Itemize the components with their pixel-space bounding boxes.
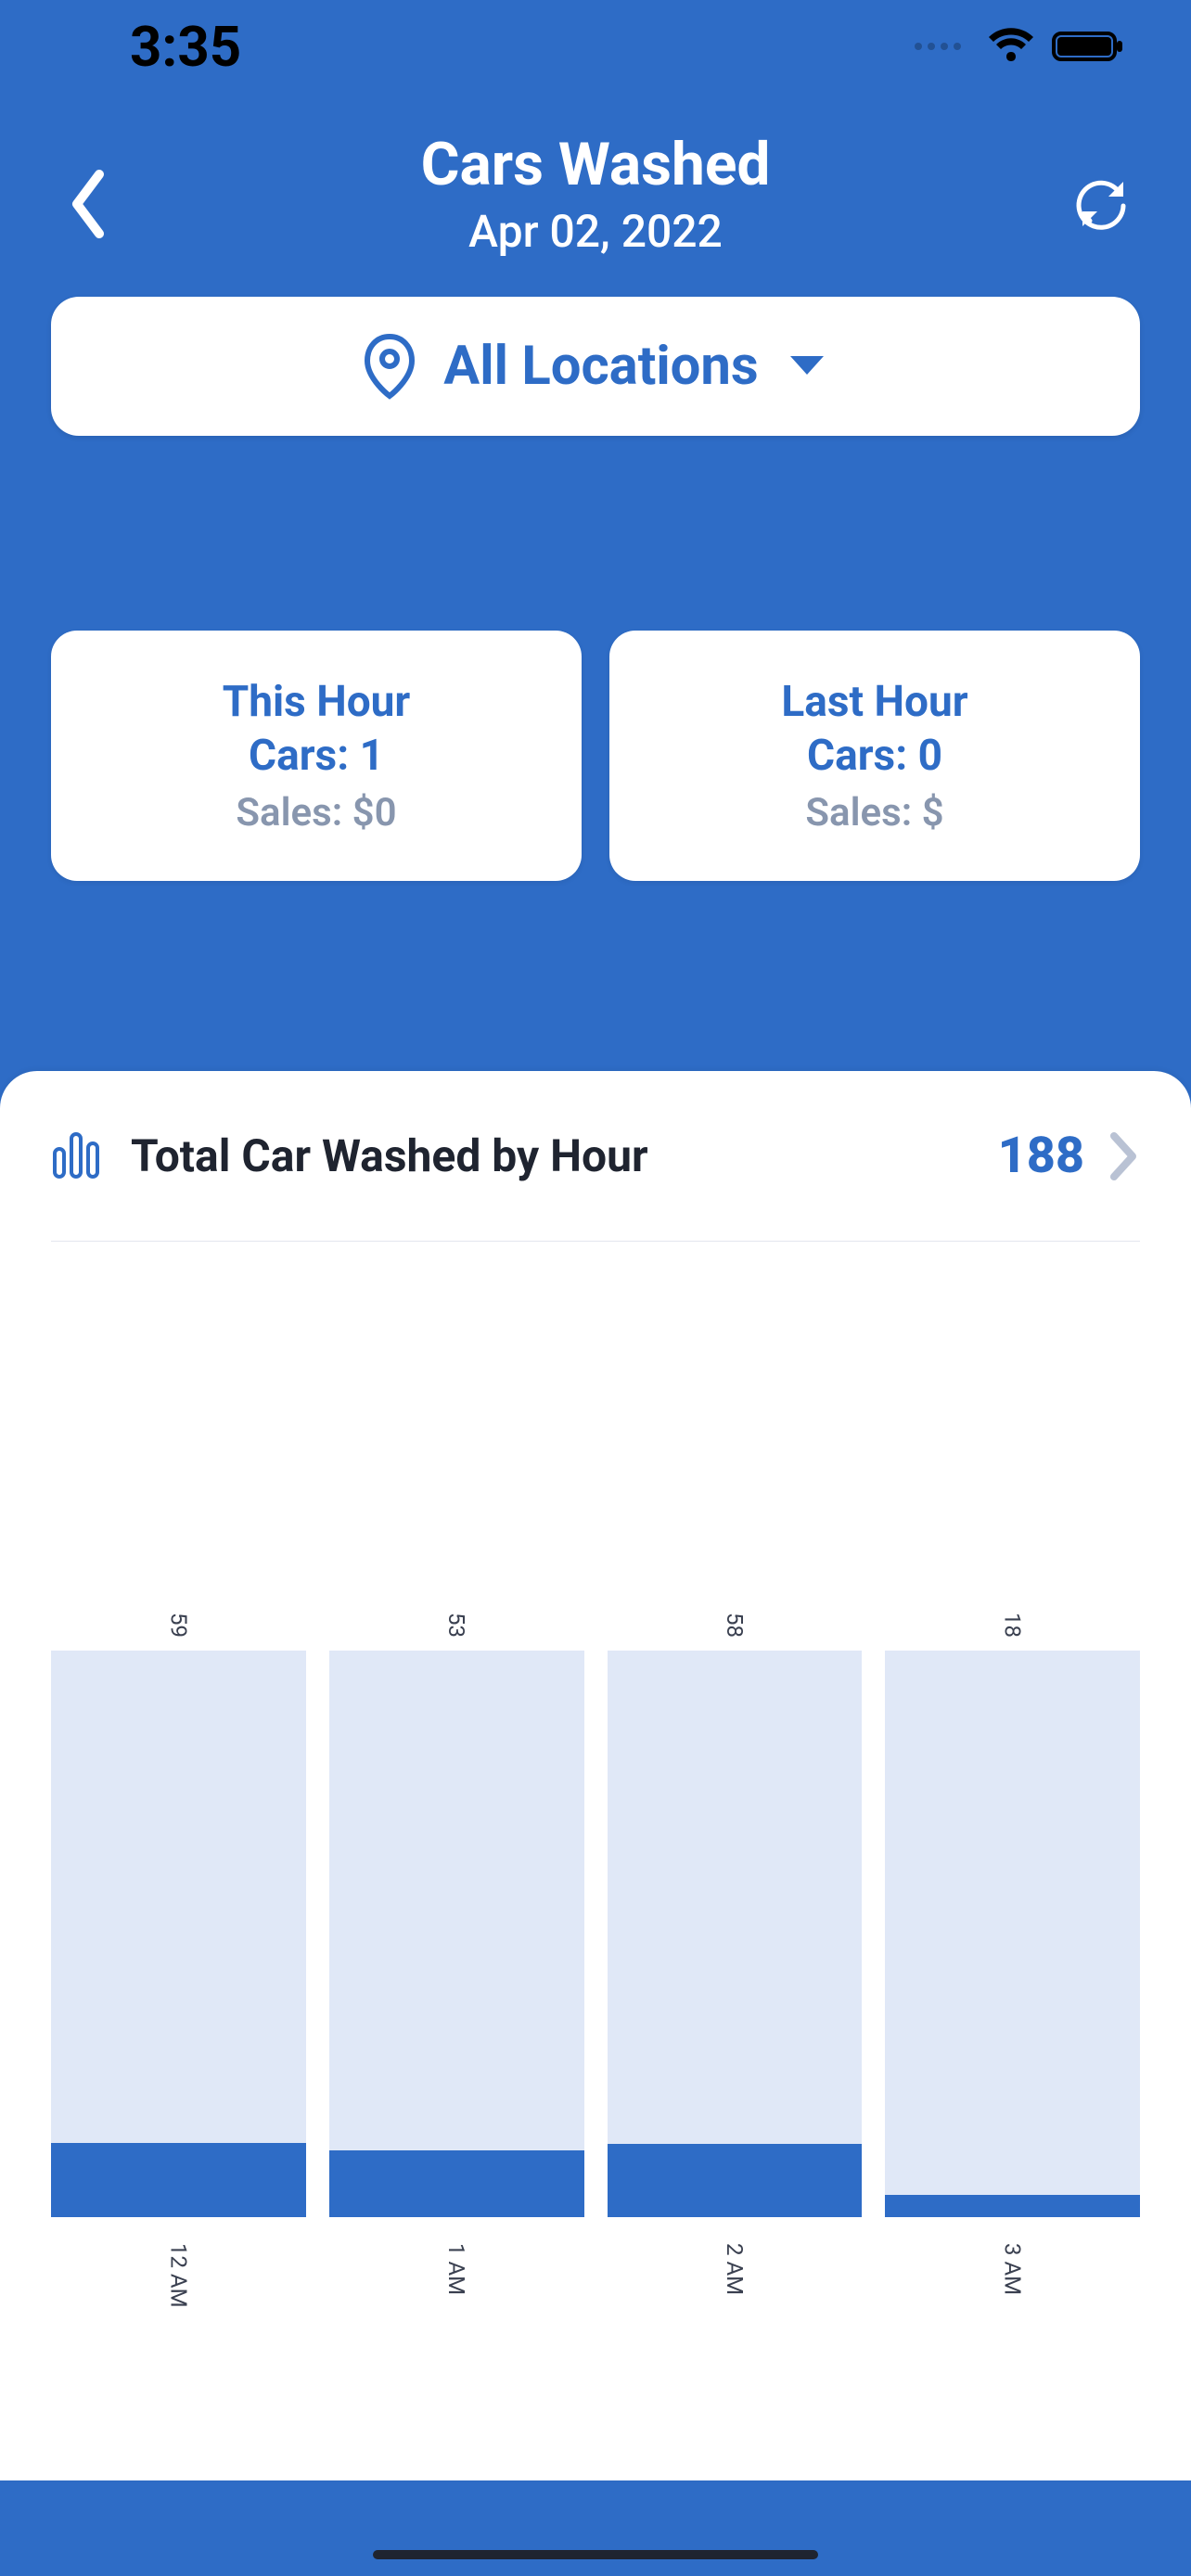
status-bar: 3:35 [0, 0, 1191, 93]
chevron-right-icon [1108, 1130, 1140, 1182]
page-date: Apr 02, 2022 [0, 205, 1191, 258]
last-hour-card[interactable]: Last Hour Cars: 0 Sales: $ [609, 631, 1140, 881]
bar-slot[interactable]: 59 12 AM [51, 1613, 306, 2336]
bar-chart-icon [51, 1130, 107, 1182]
bar-value-label: 18 [1000, 1613, 1026, 1638]
page-title: Cars Washed [0, 130, 1191, 199]
bar-fill [885, 2195, 1140, 2217]
bar-value-label: 58 [722, 1613, 748, 1638]
bar-slot[interactable]: 18 3 AM [885, 1613, 1140, 2336]
chevron-down-icon [787, 352, 827, 380]
bar-category-label: 2 AM [722, 2243, 748, 2336]
bar-fill [329, 2150, 584, 2217]
bar-value-label: 53 [443, 1613, 469, 1638]
refresh-button[interactable] [1066, 148, 1140, 260]
location-selector[interactable]: All Locations [51, 297, 1140, 436]
bar-track [608, 1651, 863, 2217]
bar-category-label: 3 AM [1000, 2243, 1026, 2336]
this-hour-cars: Cars: 1 [249, 731, 384, 781]
this-hour-card[interactable]: This Hour Cars: 1 Sales: $0 [51, 631, 582, 881]
chart-title: Total Car Washed by Hour [131, 1129, 974, 1182]
bar-track [329, 1651, 584, 2217]
bar-category-label: 1 AM [443, 2243, 469, 2336]
home-indicator[interactable] [373, 2550, 818, 2559]
chevron-left-icon [68, 167, 109, 241]
location-pin-icon [364, 333, 416, 400]
bar-track [885, 1651, 1140, 2217]
last-hour-title: Last Hour [781, 677, 967, 727]
divider [51, 1241, 1140, 1242]
bar-value-label: 59 [165, 1613, 191, 1638]
battery-icon [1052, 28, 1126, 65]
wifi-icon [987, 28, 1035, 65]
chart-total: 188 [998, 1127, 1084, 1185]
bar-slot[interactable]: 53 1 AM [329, 1613, 584, 2336]
bottom-safe-area [0, 2493, 1191, 2576]
chart-bars[interactable]: 59 12 AM 53 1 AM 58 2 AM 18 3 AM [51, 1613, 1140, 2336]
cellular-dots-icon [915, 43, 961, 50]
back-button[interactable] [51, 148, 125, 260]
status-icons [915, 28, 1126, 65]
bar-fill [51, 2143, 306, 2217]
bar-track [51, 1651, 306, 2217]
last-hour-sales: Sales: $ [805, 790, 943, 835]
location-label: All Locations [443, 335, 758, 398]
nav-bar: Cars Washed Apr 02, 2022 [0, 93, 1191, 278]
last-hour-cars: Cars: 0 [807, 731, 942, 781]
bar-category-label: 12 AM [165, 2243, 191, 2336]
bar-slot[interactable]: 58 2 AM [608, 1613, 863, 2336]
status-time: 3:35 [130, 14, 241, 80]
chart-panel: Total Car Washed by Hour 188 59 12 AM 53 1 … [0, 1071, 1191, 2480]
this-hour-sales: Sales: $0 [236, 790, 396, 835]
bar-fill [608, 2144, 863, 2217]
refresh-icon [1073, 174, 1133, 234]
chart-header[interactable]: Total Car Washed by Hour 188 [51, 1127, 1140, 1185]
this-hour-title: This Hour [223, 677, 411, 727]
